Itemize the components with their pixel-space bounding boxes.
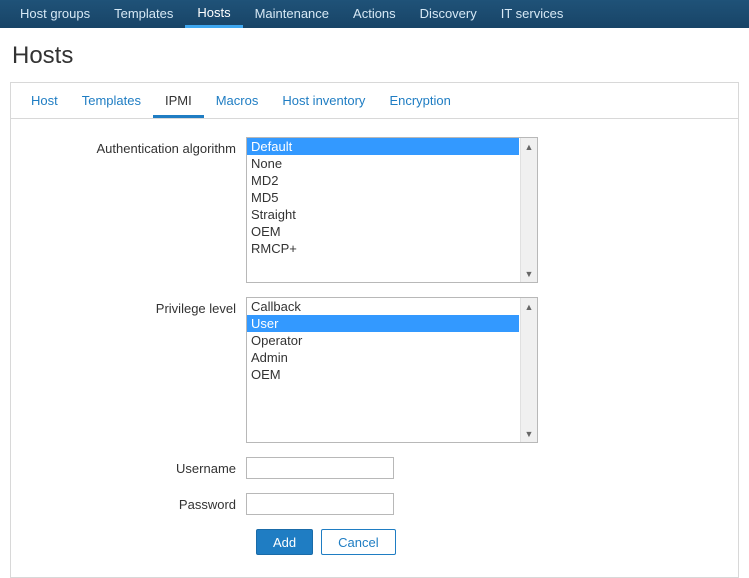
auth-option-md5[interactable]: MD5: [247, 189, 519, 206]
scroll-up-icon[interactable]: ▲: [521, 138, 537, 155]
priv-option-user[interactable]: User: [247, 315, 519, 332]
subtabs: Host Templates IPMI Macros Host inventor…: [11, 83, 738, 119]
priv-option-admin[interactable]: Admin: [247, 349, 519, 366]
page-title: Hosts: [0, 28, 749, 82]
privilege-level-label: Privilege level: [21, 297, 246, 316]
topnav-actions[interactable]: Actions: [341, 0, 408, 28]
username-input[interactable]: [246, 457, 394, 479]
password-label: Password: [21, 493, 246, 512]
topnav-discovery[interactable]: Discovery: [408, 0, 489, 28]
auth-option-md2[interactable]: MD2: [247, 172, 519, 189]
priv-option-callback[interactable]: Callback: [247, 298, 519, 315]
form-area: Authentication algorithm Default None MD…: [11, 119, 738, 577]
tab-encryption[interactable]: Encryption: [377, 83, 462, 118]
add-button[interactable]: Add: [256, 529, 313, 555]
topnav-it-services[interactable]: IT services: [489, 0, 576, 28]
auth-option-default[interactable]: Default: [247, 138, 519, 155]
auth-option-oem[interactable]: OEM: [247, 223, 519, 240]
top-nav: Host groups Templates Hosts Maintenance …: [0, 0, 749, 28]
password-input[interactable]: [246, 493, 394, 515]
tab-templates[interactable]: Templates: [70, 83, 153, 118]
topnav-maintenance[interactable]: Maintenance: [243, 0, 341, 28]
auth-option-rmcp[interactable]: RMCP+: [247, 240, 519, 257]
tab-macros[interactable]: Macros: [204, 83, 271, 118]
priv-scrollbar[interactable]: ▲ ▼: [520, 298, 537, 442]
privilege-level-listbox[interactable]: Callback User Operator Admin OEM ▲ ▼: [246, 297, 538, 443]
content-box: Host Templates IPMI Macros Host inventor…: [10, 82, 739, 578]
tab-host[interactable]: Host: [19, 83, 70, 118]
scroll-down-icon[interactable]: ▼: [521, 425, 537, 442]
username-label: Username: [21, 457, 246, 476]
topnav-host-groups[interactable]: Host groups: [8, 0, 102, 28]
priv-option-oem[interactable]: OEM: [247, 366, 519, 383]
scroll-down-icon[interactable]: ▼: [521, 265, 537, 282]
cancel-button[interactable]: Cancel: [321, 529, 395, 555]
auth-option-none[interactable]: None: [247, 155, 519, 172]
auth-algorithm-listbox[interactable]: Default None MD2 MD5 Straight OEM RMCP+ …: [246, 137, 538, 283]
tab-host-inventory[interactable]: Host inventory: [270, 83, 377, 118]
auth-scrollbar[interactable]: ▲ ▼: [520, 138, 537, 282]
topnav-templates[interactable]: Templates: [102, 0, 185, 28]
auth-algorithm-label: Authentication algorithm: [21, 137, 246, 156]
tab-ipmi[interactable]: IPMI: [153, 83, 204, 118]
topnav-hosts[interactable]: Hosts: [185, 0, 242, 28]
scroll-up-icon[interactable]: ▲: [521, 298, 537, 315]
auth-option-straight[interactable]: Straight: [247, 206, 519, 223]
priv-option-operator[interactable]: Operator: [247, 332, 519, 349]
